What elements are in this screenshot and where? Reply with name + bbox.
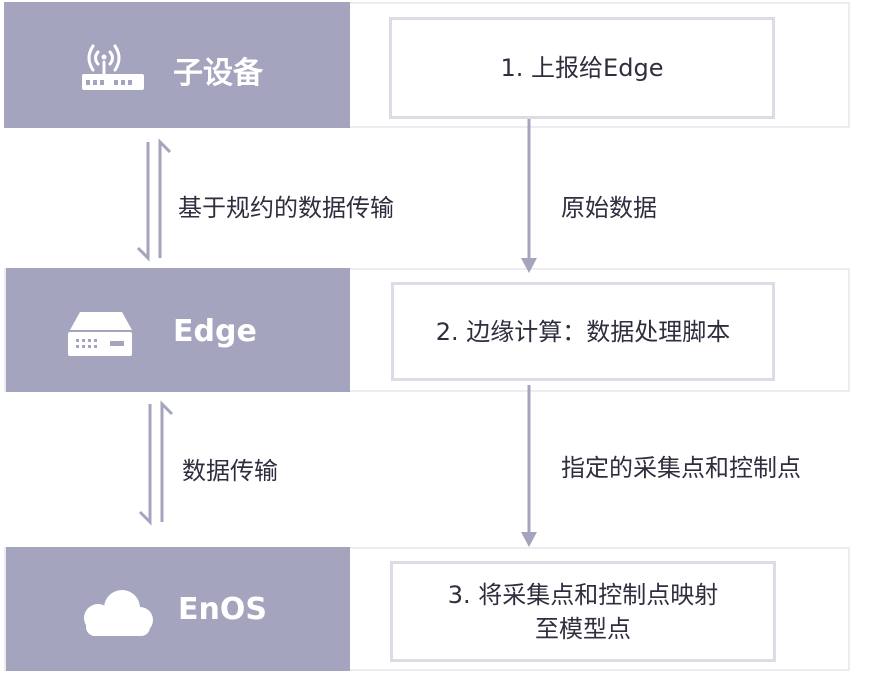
step2-box: 2. 边缘计算：数据处理脚本 bbox=[391, 282, 775, 381]
edge-enos-label: 数据传输 bbox=[182, 457, 278, 485]
device-edge-arrows bbox=[136, 138, 172, 262]
cloud-icon bbox=[84, 590, 153, 636]
step3-text-line1: 3. 将采集点和控制点映射 bbox=[447, 580, 719, 609]
step1-text: 1. 上报给Edge bbox=[500, 54, 664, 82]
device-edge-label: 基于规约的数据传输 bbox=[178, 194, 394, 222]
router-icon bbox=[82, 44, 144, 90]
points-arrow bbox=[521, 385, 537, 547]
raw-data-arrow bbox=[521, 116, 537, 273]
server-icon bbox=[68, 312, 132, 356]
device-label: 子设备 bbox=[173, 56, 263, 91]
step3-box: 3. 将采集点和控制点映射 至模型点 bbox=[390, 561, 776, 662]
step1-box: 1. 上报给Edge bbox=[389, 17, 775, 119]
points-label: 指定的采集点和控制点 bbox=[561, 454, 801, 482]
step3-text-line2: 至模型点 bbox=[535, 614, 631, 643]
raw-data-label: 原始数据 bbox=[561, 194, 657, 222]
edge-label: Edge bbox=[173, 314, 257, 349]
step2-text: 2. 边缘计算：数据处理脚本 bbox=[435, 317, 731, 346]
enos-label: EnOS bbox=[178, 592, 267, 627]
edge-enos-arrows bbox=[138, 400, 174, 526]
